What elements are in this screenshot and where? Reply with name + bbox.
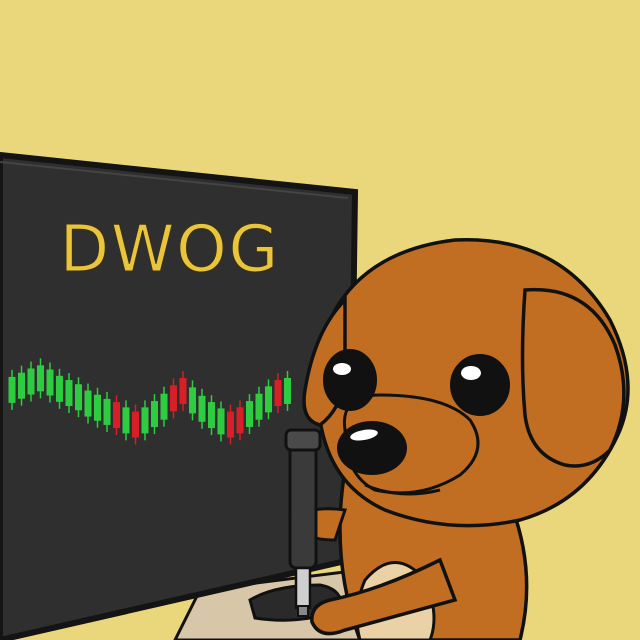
candle-body xyxy=(274,380,282,407)
candle-body xyxy=(236,407,244,434)
candle-body xyxy=(113,402,120,429)
candle-body xyxy=(227,411,234,438)
candle-body xyxy=(284,377,291,404)
candle-body xyxy=(217,408,225,435)
screen-title: DWOG xyxy=(59,213,281,287)
candle-body xyxy=(56,375,63,402)
candle-body xyxy=(246,401,253,428)
candle-body xyxy=(103,398,111,425)
candle-body xyxy=(94,394,101,421)
dog-nose xyxy=(337,421,407,475)
candle-body xyxy=(265,386,272,413)
candle-body xyxy=(18,372,25,399)
candle-body xyxy=(160,393,168,420)
meme-scene: DWOG xyxy=(0,0,640,640)
eye-right xyxy=(450,354,510,416)
illustration xyxy=(0,0,640,640)
eye-left xyxy=(323,349,377,411)
candle-body xyxy=(65,380,73,407)
candle-body xyxy=(132,411,139,438)
candle-body xyxy=(198,395,206,422)
candle-body xyxy=(8,376,16,403)
candle-body xyxy=(179,377,187,404)
candle-body xyxy=(84,390,92,417)
candle-body xyxy=(151,401,158,428)
candle-body xyxy=(141,407,149,434)
candle-body xyxy=(46,369,54,396)
candle-body xyxy=(27,368,35,395)
candle-body xyxy=(37,365,44,392)
candle-body xyxy=(208,402,215,429)
candle-body xyxy=(255,393,263,420)
candle-body xyxy=(170,385,177,412)
candle-body xyxy=(122,407,130,434)
candle-body xyxy=(75,384,82,411)
candle-body xyxy=(189,387,196,414)
